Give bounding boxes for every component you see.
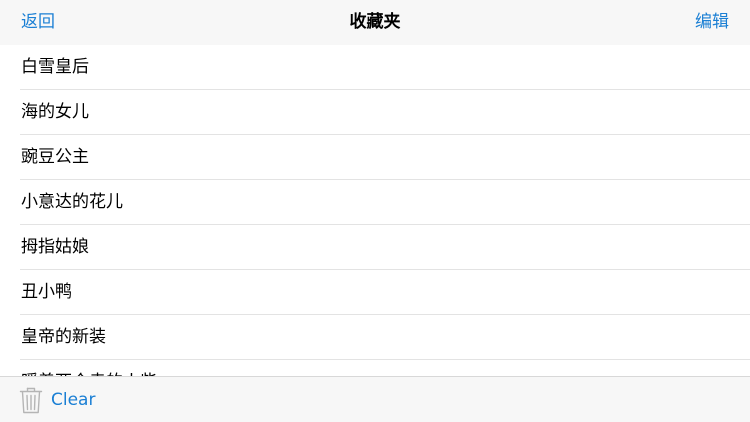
- bottom-toolbar: Clear: [0, 376, 750, 422]
- list-item-label: 皇帝的新装: [21, 327, 106, 347]
- edit-button[interactable]: 编辑: [695, 0, 729, 45]
- list-item[interactable]: 皇帝的新装: [0, 315, 750, 360]
- list-item-label: 丑小鸭: [21, 282, 72, 302]
- list-item-label: 白雪皇后: [21, 57, 89, 77]
- list-item[interactable]: 暖着两个卖的火柴: [0, 360, 750, 376]
- list-item-label: 拇指姑娘: [21, 237, 89, 257]
- list-item[interactable]: 丑小鸭: [0, 270, 750, 315]
- clear-button-label: Clear: [51, 390, 96, 410]
- list-item[interactable]: 拇指姑娘: [0, 225, 750, 270]
- favorites-list[interactable]: 白雪皇后 海的女儿 豌豆公主 小意达的花儿 拇指姑娘 丑小鸭 皇帝的新装 暖着两…: [0, 45, 750, 376]
- page-title: 收藏夹: [349, 12, 401, 32]
- favorites-screen: 返回 收藏夹 编辑 白雪皇后 海的女儿 豌豆公主 小意达的花儿 拇指姑娘 丑小鸭…: [0, 0, 750, 422]
- list-item[interactable]: 小意达的花儿: [0, 180, 750, 225]
- list-item-label: 海的女儿: [21, 102, 89, 122]
- list-item[interactable]: 豌豆公主: [0, 135, 750, 180]
- list-item-label: 暖着两个卖的火柴: [21, 360, 157, 376]
- navigation-bar: 返回 收藏夹 编辑: [0, 0, 750, 45]
- list-item[interactable]: 白雪皇后: [0, 45, 750, 90]
- list-item[interactable]: 海的女儿: [0, 90, 750, 135]
- list-item-label: 豌豆公主: [21, 147, 89, 167]
- list-item-label: 小意达的花儿: [21, 192, 123, 212]
- trash-icon: [19, 387, 43, 414]
